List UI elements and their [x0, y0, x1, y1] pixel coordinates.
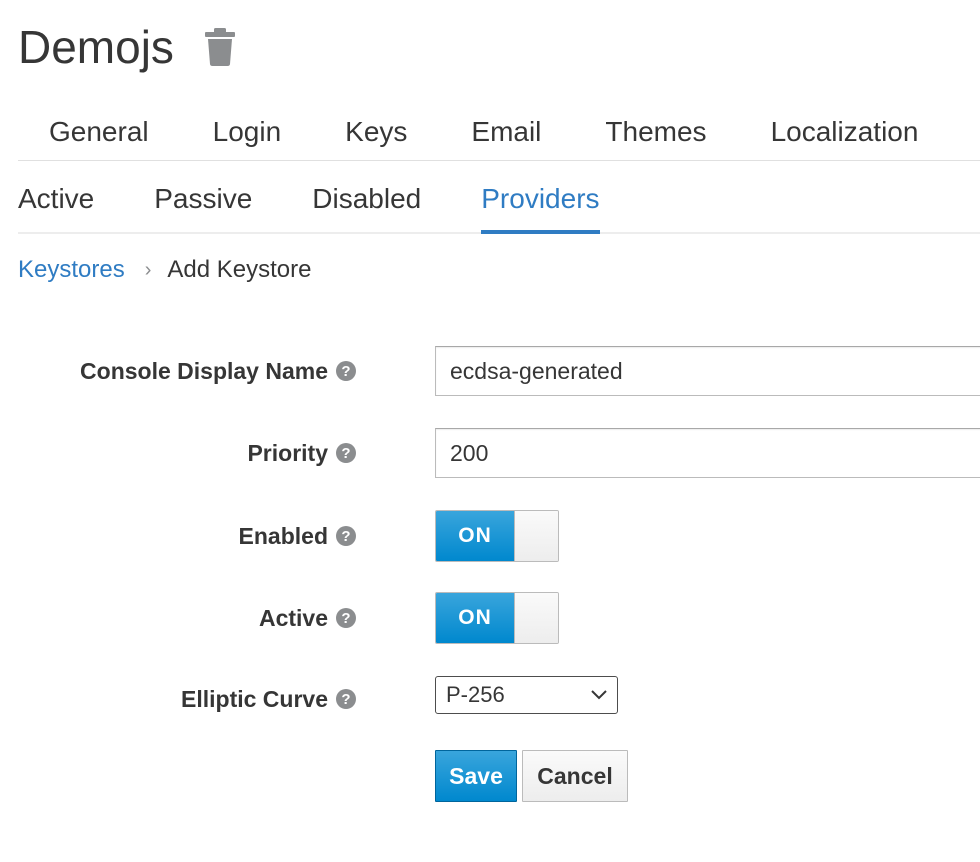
help-icon[interactable]: ? — [336, 526, 356, 546]
active-toggle[interactable]: ON — [435, 592, 559, 644]
display-name-label-wrap: Console Display Name ? — [0, 358, 356, 385]
subtab-providers[interactable]: Providers — [481, 172, 600, 234]
help-icon[interactable]: ? — [336, 361, 356, 381]
realm-tabs: General Login Keys Email Themes Localiza… — [18, 104, 980, 161]
tab-themes[interactable]: Themes — [573, 104, 738, 160]
enabled-label-wrap: Enabled ? — [0, 523, 356, 550]
active-label: Active — [258, 604, 328, 631]
page-header: Demojs — [18, 18, 236, 76]
enabled-toggle-state: ON — [436, 511, 514, 561]
breadcrumb: Keystores › Add Keystore — [18, 254, 311, 286]
help-icon[interactable]: ? — [336, 689, 356, 709]
tab-localization[interactable]: Localization — [739, 104, 951, 160]
breadcrumb-current: Add Keystore — [167, 256, 312, 283]
enabled-label: Enabled — [238, 522, 328, 549]
elliptic-curve-label: Elliptic Curve — [181, 685, 328, 712]
active-toggle-state: ON — [436, 593, 514, 643]
help-icon[interactable]: ? — [336, 443, 356, 463]
cancel-button[interactable]: Cancel — [522, 750, 628, 802]
trash-icon[interactable] — [204, 27, 236, 67]
tab-email[interactable]: Email — [439, 104, 573, 160]
display-name-input[interactable] — [435, 346, 980, 396]
realm-keys-page: Demojs General Login Keys Email Themes L… — [0, 0, 980, 862]
tab-general[interactable]: General — [18, 104, 181, 160]
elliptic-curve-label-wrap: Elliptic Curve ? — [0, 686, 356, 713]
enabled-toggle-knob — [514, 511, 558, 561]
priority-label: Priority — [247, 439, 328, 466]
active-label-wrap: Active ? — [0, 605, 356, 632]
elliptic-curve-value: P-256 — [446, 682, 505, 707]
elliptic-curve-select[interactable]: P-256 — [435, 676, 618, 714]
priority-input[interactable] — [435, 428, 980, 478]
help-icon[interactable]: ? — [336, 608, 356, 628]
priority-label-wrap: Priority ? — [0, 440, 356, 467]
display-name-label: Console Display Name — [80, 357, 328, 384]
save-button[interactable]: Save — [435, 750, 517, 802]
subtab-passive[interactable]: Passive — [154, 172, 252, 232]
chevron-down-icon — [591, 687, 607, 703]
breadcrumb-keystores-link[interactable]: Keystores — [18, 256, 125, 284]
tab-login[interactable]: Login — [181, 104, 314, 160]
enabled-toggle[interactable]: ON — [435, 510, 559, 562]
subtab-disabled[interactable]: Disabled — [312, 172, 421, 232]
chevron-right-icon: › — [144, 258, 152, 281]
active-toggle-knob — [514, 593, 558, 643]
tab-keys[interactable]: Keys — [313, 104, 439, 160]
subtab-active[interactable]: Active — [18, 172, 94, 232]
page-title: Demojs — [18, 21, 174, 73]
keys-subtabs: Active Passive Disabled Providers — [18, 172, 980, 234]
